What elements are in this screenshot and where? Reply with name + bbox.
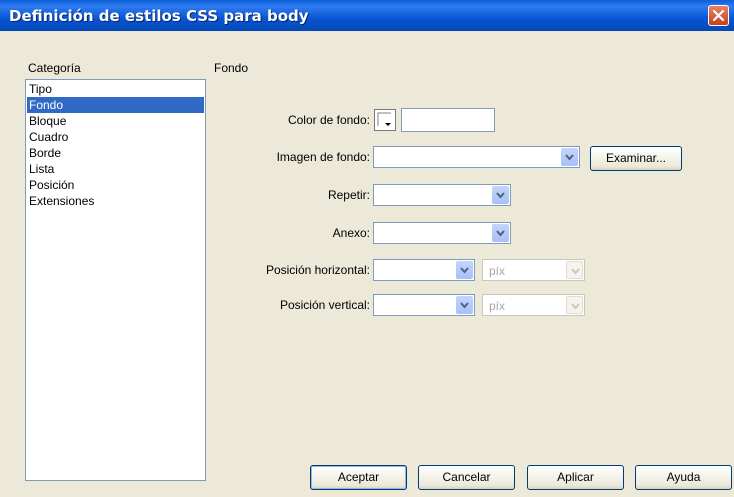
- repeat-select[interactable]: [373, 184, 511, 206]
- background-image-combo[interactable]: [373, 146, 580, 168]
- category-item-posicion[interactable]: Posición: [27, 177, 204, 193]
- category-item-borde[interactable]: Borde: [27, 145, 204, 161]
- color-picker-button[interactable]: [374, 109, 396, 131]
- chevron-down-icon: [566, 261, 583, 279]
- category-list[interactable]: Tipo Fondo Bloque Cuadro Borde Lista Pos…: [25, 79, 206, 481]
- vertical-unit-select[interactable]: píx: [482, 294, 585, 316]
- close-button[interactable]: [708, 5, 729, 26]
- chevron-down-icon: [566, 296, 583, 314]
- category-item-extensiones[interactable]: Extensiones: [27, 193, 204, 209]
- category-header: Categoría: [28, 61, 81, 75]
- background-image-label: Imagen de fondo:: [276, 150, 370, 164]
- title-bar[interactable]: Definición de estilos CSS para body: [0, 0, 734, 31]
- close-icon: [712, 9, 725, 22]
- cancel-button[interactable]: Cancelar: [418, 465, 515, 490]
- background-color-label: Color de fondo:: [287, 113, 370, 127]
- horizontal-position-label: Posición horizontal:: [265, 263, 370, 277]
- apply-button[interactable]: Aplicar: [527, 465, 624, 490]
- category-item-tipo[interactable]: Tipo: [27, 81, 204, 97]
- chevron-down-icon[interactable]: [561, 148, 578, 166]
- chevron-down-icon[interactable]: [456, 261, 473, 279]
- chevron-down-icon[interactable]: [456, 296, 473, 314]
- attachment-select[interactable]: [373, 222, 511, 244]
- category-item-fondo[interactable]: Fondo: [27, 97, 204, 113]
- window-title: Definición de estilos CSS para body: [9, 7, 309, 25]
- horizontal-unit-select[interactable]: píx: [482, 259, 585, 281]
- vertical-position-select[interactable]: [373, 294, 475, 316]
- ok-button[interactable]: Aceptar: [310, 465, 407, 490]
- browse-button[interactable]: Examinar...: [590, 146, 682, 171]
- category-item-lista[interactable]: Lista: [27, 161, 204, 177]
- vertical-position-label: Posición vertical:: [279, 298, 370, 312]
- attachment-label: Anexo:: [332, 226, 370, 240]
- color-picker-icon: [377, 112, 391, 126]
- repeat-label: Repetir:: [327, 188, 370, 202]
- chevron-down-icon[interactable]: [492, 224, 509, 242]
- category-item-cuadro[interactable]: Cuadro: [27, 129, 204, 145]
- category-item-bloque[interactable]: Bloque: [27, 113, 204, 129]
- help-button[interactable]: Ayuda: [635, 465, 732, 490]
- chevron-down-icon[interactable]: [492, 186, 509, 204]
- panel-header: Fondo: [214, 61, 249, 75]
- background-color-input[interactable]: [401, 108, 495, 132]
- horizontal-position-select[interactable]: [373, 259, 475, 281]
